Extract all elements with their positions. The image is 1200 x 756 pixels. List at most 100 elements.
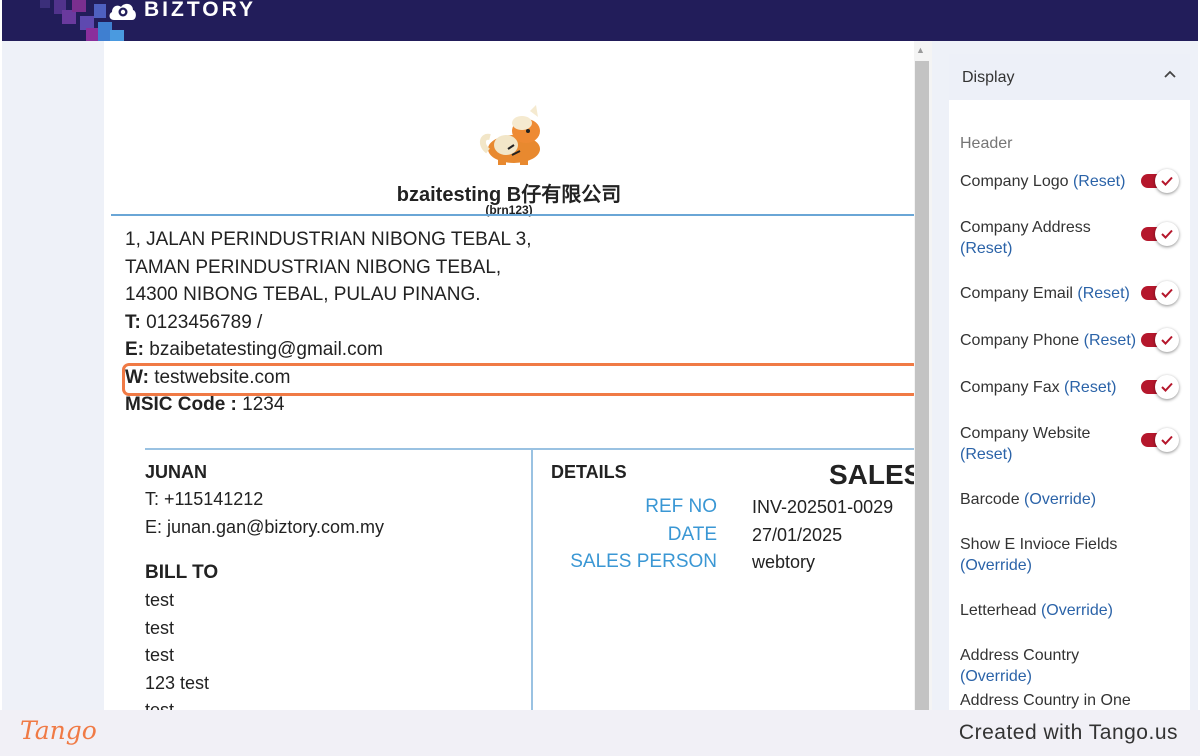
phone-label: T: bbox=[125, 311, 141, 333]
reset-link[interactable]: (Reset) bbox=[1077, 285, 1129, 302]
display-option-label: Company Website bbox=[960, 425, 1091, 442]
display-option-row: Letterhead (Override) bbox=[960, 600, 1140, 621]
bill-to-line: test bbox=[145, 645, 175, 665]
checkmark-icon bbox=[1161, 382, 1173, 392]
msic-value: 1234 bbox=[236, 394, 285, 415]
pixel-decoration bbox=[40, 0, 50, 8]
checkmark-icon bbox=[1161, 288, 1173, 298]
reset-link[interactable]: (Reset) bbox=[960, 446, 1012, 463]
toggle-knob bbox=[1155, 281, 1179, 305]
bill-to-line: 123 test bbox=[145, 673, 210, 693]
address-line: 1, JALAN PERINDUSTRIAN NIBONG TEBAL 3, bbox=[125, 229, 532, 250]
app-area: bzaitesting B仔有限公司 (brn123) 1, JALAN PER… bbox=[2, 41, 1198, 710]
display-option-row: Company Email (Reset) bbox=[960, 283, 1140, 304]
email-label: E: bbox=[125, 339, 144, 360]
website-highlight-box bbox=[122, 363, 914, 396]
display-option-label: Show E Invioce Fields bbox=[960, 536, 1118, 553]
bill-to-line: test bbox=[145, 618, 175, 638]
display-option-toggle[interactable] bbox=[1141, 281, 1179, 305]
display-option-label: Company Address bbox=[960, 219, 1091, 236]
display-option-toggle[interactable] bbox=[1141, 222, 1179, 246]
display-option-row: Company Phone (Reset) bbox=[960, 330, 1140, 351]
checkmark-icon bbox=[1161, 435, 1173, 445]
date-value: 27/01/2025 bbox=[752, 525, 843, 545]
pixel-decoration bbox=[62, 10, 76, 24]
customer-phone: T: +115141212 bbox=[145, 489, 264, 509]
checkmark-icon bbox=[1161, 176, 1173, 186]
header-divider bbox=[111, 214, 914, 216]
toggle-knob bbox=[1155, 222, 1179, 246]
reset-link[interactable]: (Reset) bbox=[1073, 173, 1125, 190]
display-option-row: Show E Invioce Fields (Override) bbox=[960, 534, 1140, 576]
display-option-label: Address Country bbox=[960, 647, 1080, 664]
ref-no-value: INV-202501-0029 bbox=[752, 497, 894, 517]
email-value: bzaibetatesting@gmail.com bbox=[144, 339, 383, 360]
display-option-label: Company Fax bbox=[960, 379, 1060, 396]
toggle-knob bbox=[1155, 428, 1179, 452]
display-option-row: Barcode (Override) bbox=[960, 489, 1140, 510]
checkmark-icon bbox=[1161, 229, 1173, 239]
created-with-text: Created with Tango.us bbox=[958, 721, 1178, 744]
reset-link[interactable]: (Reset) bbox=[1084, 332, 1136, 349]
footer-bar: Tango Created with Tango.us bbox=[0, 710, 1200, 756]
display-settings-panel: Display Header Company Logo (Reset) Compa… bbox=[949, 54, 1190, 710]
reset-link[interactable]: (Reset) bbox=[960, 240, 1012, 257]
pixel-decoration bbox=[86, 28, 98, 41]
chevron-up-icon[interactable] bbox=[1161, 66, 1179, 84]
bill-to-line: test bbox=[145, 590, 175, 610]
scroll-up-arrow-icon[interactable]: ▲ bbox=[916, 45, 925, 55]
company-phone-line: T: 0123456789 / bbox=[125, 309, 532, 337]
pixel-decoration bbox=[110, 30, 124, 41]
address-line: TAMAN PERINDUSTRIAN NIBONG TEBAL, bbox=[125, 256, 502, 278]
invoice-preview: bzaitesting B仔有限公司 (brn123) 1, JALAN PER… bbox=[104, 41, 914, 710]
display-option-toggle[interactable] bbox=[1141, 169, 1179, 193]
override-link[interactable]: (Override) bbox=[1024, 491, 1096, 508]
display-option-row: Company Fax (Reset) bbox=[960, 377, 1140, 398]
phone-value: 0123456789 / bbox=[140, 311, 263, 333]
checkmark-icon bbox=[1161, 335, 1173, 345]
override-link[interactable]: (Override) bbox=[960, 668, 1032, 685]
bill-to-line: test bbox=[145, 700, 175, 710]
override-link[interactable]: (Override) bbox=[960, 557, 1032, 574]
display-section-title: Display bbox=[962, 69, 1015, 86]
display-option-label: Company Logo bbox=[960, 173, 1069, 190]
display-option-row: Address Country in One Line bbox=[960, 690, 1140, 710]
msic-label: MSIC Code : bbox=[125, 394, 237, 415]
toggle-knob bbox=[1155, 328, 1179, 352]
reset-link[interactable]: (Reset) bbox=[1064, 379, 1116, 396]
preview-scrollbar-thumb[interactable] bbox=[915, 61, 929, 710]
document-type-title: SALES bbox=[829, 459, 914, 490]
bill-to-title: BILL TO bbox=[145, 562, 219, 583]
biztory-logo-icon bbox=[109, 3, 136, 20]
display-option-label: Letterhead bbox=[960, 602, 1037, 619]
billing-divider bbox=[145, 448, 914, 450]
display-option-label: Company Email bbox=[960, 285, 1073, 302]
display-option-row: Company Website (Reset) bbox=[960, 423, 1140, 465]
display-option-toggle[interactable] bbox=[1141, 328, 1179, 352]
display-option-row: Address Country (Override) bbox=[960, 645, 1140, 687]
details-title: DETAILS bbox=[551, 462, 627, 482]
fox-mascot-logo-icon bbox=[480, 105, 540, 165]
pixel-decoration bbox=[72, 0, 86, 12]
sales-person-value: webtory bbox=[752, 552, 816, 572]
sales-person-label: SALES PERSON bbox=[570, 551, 717, 572]
customer-email: E: junan.gan@biztory.com.my bbox=[145, 517, 385, 537]
brand-name[interactable]: BIZTORY bbox=[144, 0, 256, 22]
display-section-header[interactable]: Display bbox=[949, 54, 1190, 100]
display-option-label: Company Phone bbox=[960, 332, 1080, 349]
date-label: DATE bbox=[667, 524, 717, 545]
top-bar: BIZTORY bbox=[2, 0, 1198, 41]
override-link[interactable]: (Override) bbox=[1041, 602, 1113, 619]
display-option-toggle[interactable] bbox=[1141, 428, 1179, 452]
display-option-toggle[interactable] bbox=[1141, 375, 1179, 399]
display-option-label: Address Country in One Line bbox=[960, 692, 1131, 709]
ref-no-label: REF NO bbox=[645, 496, 717, 517]
toggle-knob bbox=[1155, 375, 1179, 399]
display-option-label: Barcode bbox=[960, 491, 1020, 508]
display-option-row: Company Address (Reset) bbox=[960, 217, 1140, 259]
display-option-row: Company Logo (Reset) bbox=[960, 171, 1140, 192]
address-line: 14300 NIBONG TEBAL, PULAU PINANG. bbox=[125, 284, 481, 305]
header-section-label: Header bbox=[960, 135, 1013, 152]
company-email-line: E: bzaibetatesting@gmail.com bbox=[125, 336, 532, 364]
tango-logo: Tango bbox=[20, 716, 97, 745]
